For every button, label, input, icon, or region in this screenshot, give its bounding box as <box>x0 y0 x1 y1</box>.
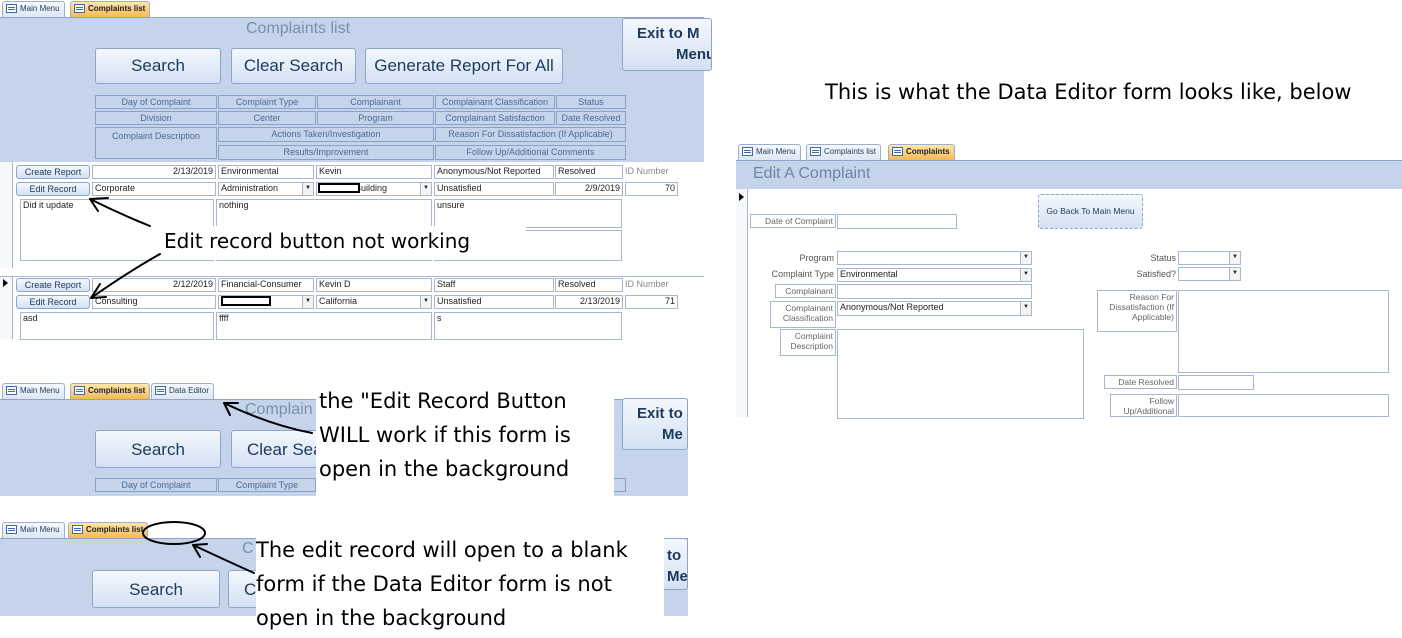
arrow-to-data-editor-tab <box>223 402 313 434</box>
arrow-to-edit-record-1 <box>89 197 151 227</box>
arrow-to-missing-tab <box>192 543 255 574</box>
missing-tab-circle <box>142 521 206 545</box>
arrow-to-edit-record-2 <box>90 253 161 299</box>
annotation-drawings <box>89 197 313 574</box>
